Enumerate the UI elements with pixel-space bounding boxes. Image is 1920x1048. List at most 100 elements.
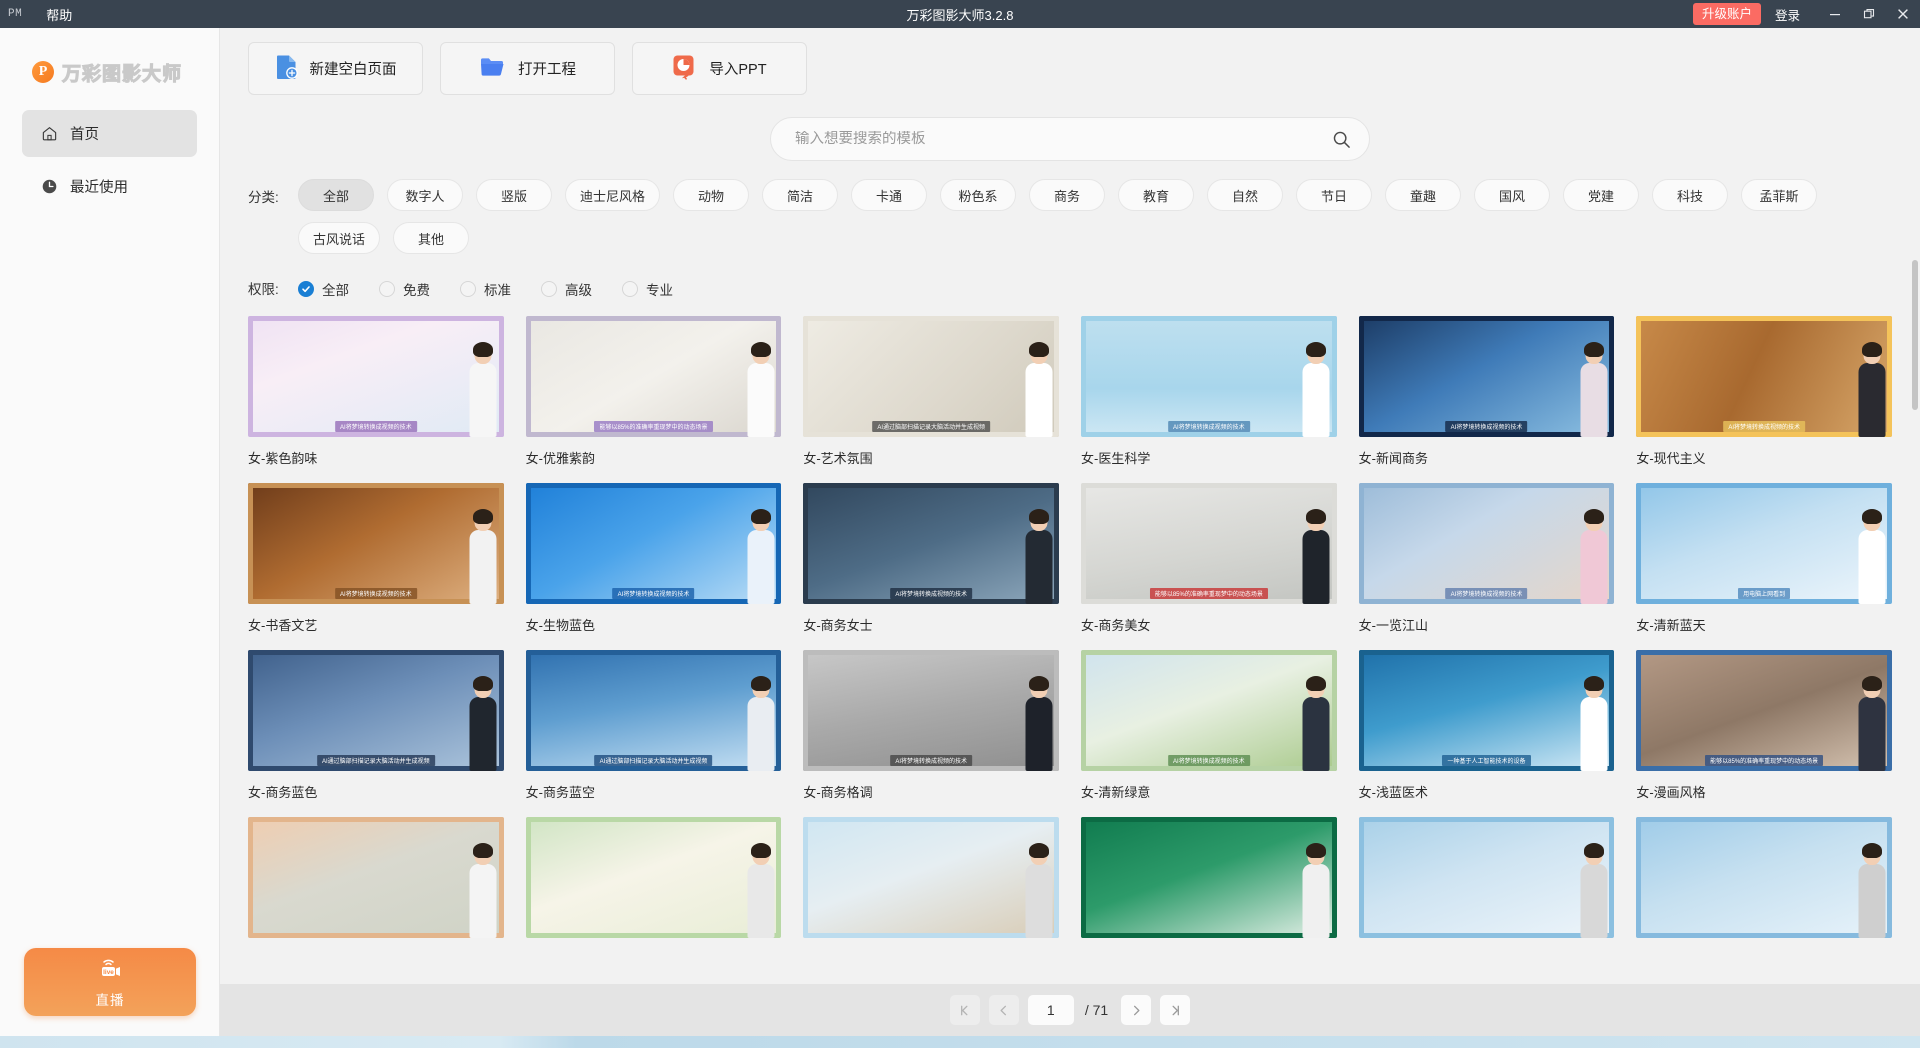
category-chip[interactable]: 竖版 [476, 179, 552, 211]
template-card[interactable] [1359, 817, 1615, 949]
current-page-input[interactable]: 1 [1028, 995, 1074, 1025]
category-chip[interactable]: 国风 [1474, 179, 1550, 211]
category-chip[interactable]: 自然 [1207, 179, 1283, 211]
template-card[interactable]: AI通过脑部扫描记录大脑活动并生成视频女-商务蓝空 [526, 650, 782, 801]
radio-unchecked-icon [379, 281, 395, 297]
template-card[interactable]: 能够以85%的准确率重现梦中的动态场景女-商务美女 [1081, 483, 1337, 634]
template-card[interactable]: AI通过脑部扫描记录大脑活动并生成视频女-艺术氛围 [803, 316, 1059, 467]
maximize-icon[interactable] [1852, 0, 1886, 28]
template-grid-scroll[interactable]: AI将梦境转换成视频的技术女-紫色韵味能够以85%的准确率重现梦中的动态场景女-… [220, 306, 1920, 1048]
avatar [1022, 508, 1055, 604]
category-chip[interactable]: 科技 [1652, 179, 1728, 211]
avatar [1855, 675, 1888, 771]
upgrade-account-button[interactable]: 升级账户 [1693, 3, 1761, 25]
avatar-hair [1029, 509, 1049, 524]
template-caption: 女-优雅紫韵 [526, 448, 782, 467]
avatar [744, 842, 777, 938]
category-chip[interactable]: 数字人 [387, 179, 463, 211]
template-card[interactable]: 用电脑上网看到女-清新蓝天 [1636, 483, 1892, 634]
filters-area: 分类: 全部数字人竖版迪士尼风格动物简洁卡通粉色系商务教育自然节日童趣国风党建科… [220, 161, 1920, 306]
category-chip[interactable]: 党建 [1563, 179, 1639, 211]
first-page-icon[interactable] [950, 995, 980, 1025]
category-chip[interactable]: 迪士尼风格 [565, 179, 660, 211]
avatar-hair [1584, 676, 1604, 691]
next-page-icon[interactable] [1121, 995, 1151, 1025]
template-thumbnail: 能够以85%的准确率重现梦中的动态场景 [1636, 650, 1892, 771]
template-card[interactable]: AI将梦境转换成视频的技术女-商务格调 [803, 650, 1059, 801]
category-chip[interactable]: 动物 [673, 179, 749, 211]
search-input[interactable] [795, 131, 1332, 147]
category-chip[interactable]: 教育 [1118, 179, 1194, 211]
template-card[interactable] [248, 817, 504, 949]
avatar-hair [751, 676, 771, 691]
template-caption: 女-商务蓝空 [526, 782, 782, 801]
title-bar: PM 帮助 万彩图影大师3.2.8 升级账户 登录 [0, 0, 1920, 28]
sidebar-item-recent[interactable]: 最近使用 [22, 163, 197, 210]
template-caption: 女-现代主义 [1636, 448, 1892, 467]
template-caption: 女-漫画风格 [1636, 782, 1892, 801]
close-icon[interactable] [1886, 0, 1920, 28]
new-blank-page-button[interactable]: 新建空白页面 [248, 42, 423, 95]
template-card[interactable] [1081, 817, 1337, 949]
category-chip[interactable]: 其他 [393, 222, 469, 254]
avatar-body [1580, 697, 1607, 771]
avatar [744, 508, 777, 604]
prev-page-icon[interactable] [989, 995, 1019, 1025]
template-card[interactable]: AI将梦境转换成视频的技术女-清新绿意 [1081, 650, 1337, 801]
template-card[interactable]: AI将梦境转换成视频的技术女-商务女士 [803, 483, 1059, 634]
open-project-button[interactable]: 打开工程 [440, 42, 615, 95]
avatar [1577, 508, 1610, 604]
template-subtitle-overlay: AI将梦境转换成视频的技术 [1168, 421, 1250, 432]
new-blank-page-label: 新建空白页面 [310, 58, 397, 79]
category-chip[interactable]: 卡通 [851, 179, 927, 211]
quick-actions-row: 新建空白页面 打开工程 [220, 28, 1920, 95]
permission-radio[interactable]: 免费 [379, 279, 430, 299]
avatar-hair [751, 342, 771, 357]
avatar-body [1858, 864, 1885, 938]
template-caption: 女-商务美女 [1081, 615, 1337, 634]
import-ppt-button[interactable]: 导入PPT [632, 42, 807, 95]
template-card[interactable]: AI将梦境转换成视频的技术女-紫色韵味 [248, 316, 504, 467]
application-window: PM 帮助 万彩图影大师3.2.8 升级账户 登录 [0, 0, 1920, 1048]
template-card[interactable]: 能够以85%的准确率重现梦中的动态场景女-优雅紫韵 [526, 316, 782, 467]
category-chip[interactable]: 童趣 [1385, 179, 1461, 211]
minimize-icon[interactable] [1818, 0, 1852, 28]
template-card[interactable] [1636, 817, 1892, 949]
avatar-body [1858, 530, 1885, 604]
permission-radio[interactable]: 高级 [541, 279, 592, 299]
scrollbar-thumb[interactable] [1912, 260, 1918, 410]
permission-filter-row: 权限: 全部免费标准高级专业 [248, 271, 1892, 306]
login-button[interactable]: 登录 [1775, 5, 1800, 24]
avatar [1855, 508, 1888, 604]
permission-radio[interactable]: 全部 [298, 279, 349, 299]
permission-radio[interactable]: 标准 [460, 279, 511, 299]
category-chip[interactable]: 节日 [1296, 179, 1372, 211]
category-chip[interactable]: 粉色系 [940, 179, 1016, 211]
category-chip[interactable]: 简洁 [762, 179, 838, 211]
vertical-scrollbar[interactable] [1912, 260, 1918, 976]
template-card[interactable]: AI将梦境转换成视频的技术女-一览江山 [1359, 483, 1615, 634]
search-box[interactable] [770, 117, 1370, 161]
category-chip[interactable]: 全部 [298, 179, 374, 211]
category-chip[interactable]: 商务 [1029, 179, 1105, 211]
template-subtitle-overlay: AI通过脑部扫描记录大脑活动并生成视频 [317, 755, 435, 766]
template-card[interactable] [803, 817, 1059, 949]
category-chip[interactable]: 古风说话 [298, 222, 380, 254]
template-card[interactable]: AI将梦境转换成视频的技术女-医生科学 [1081, 316, 1337, 467]
permission-radio[interactable]: 专业 [622, 279, 673, 299]
last-page-icon[interactable] [1160, 995, 1190, 1025]
template-card[interactable]: 能够以85%的准确率重现梦中的动态场景女-漫画风格 [1636, 650, 1892, 801]
template-card[interactable] [526, 817, 782, 949]
template-card[interactable]: AI将梦境转换成视频的技术女-新闻商务 [1359, 316, 1615, 467]
template-card[interactable]: AI将梦境转换成视频的技术女-现代主义 [1636, 316, 1892, 467]
sidebar-item-home[interactable]: 首页 [22, 110, 197, 157]
menu-help[interactable]: 帮助 [38, 2, 80, 27]
search-icon[interactable] [1332, 130, 1351, 149]
template-card[interactable]: 一种基于人工智能技术的设备女-浅蓝医术 [1359, 650, 1615, 801]
template-card[interactable]: AI通过脑部扫描记录大脑活动并生成视频女-商务蓝色 [248, 650, 504, 801]
template-card[interactable]: AI将梦境转换成视频的技术女-生物蓝色 [526, 483, 782, 634]
template-card[interactable]: AI将梦境转换成视频的技术女-书香文艺 [248, 483, 504, 634]
pagination-bar: 1 / 71 [220, 984, 1920, 1036]
live-broadcast-button[interactable]: live 直播 [24, 948, 196, 1016]
category-chip[interactable]: 孟菲斯 [1741, 179, 1817, 211]
